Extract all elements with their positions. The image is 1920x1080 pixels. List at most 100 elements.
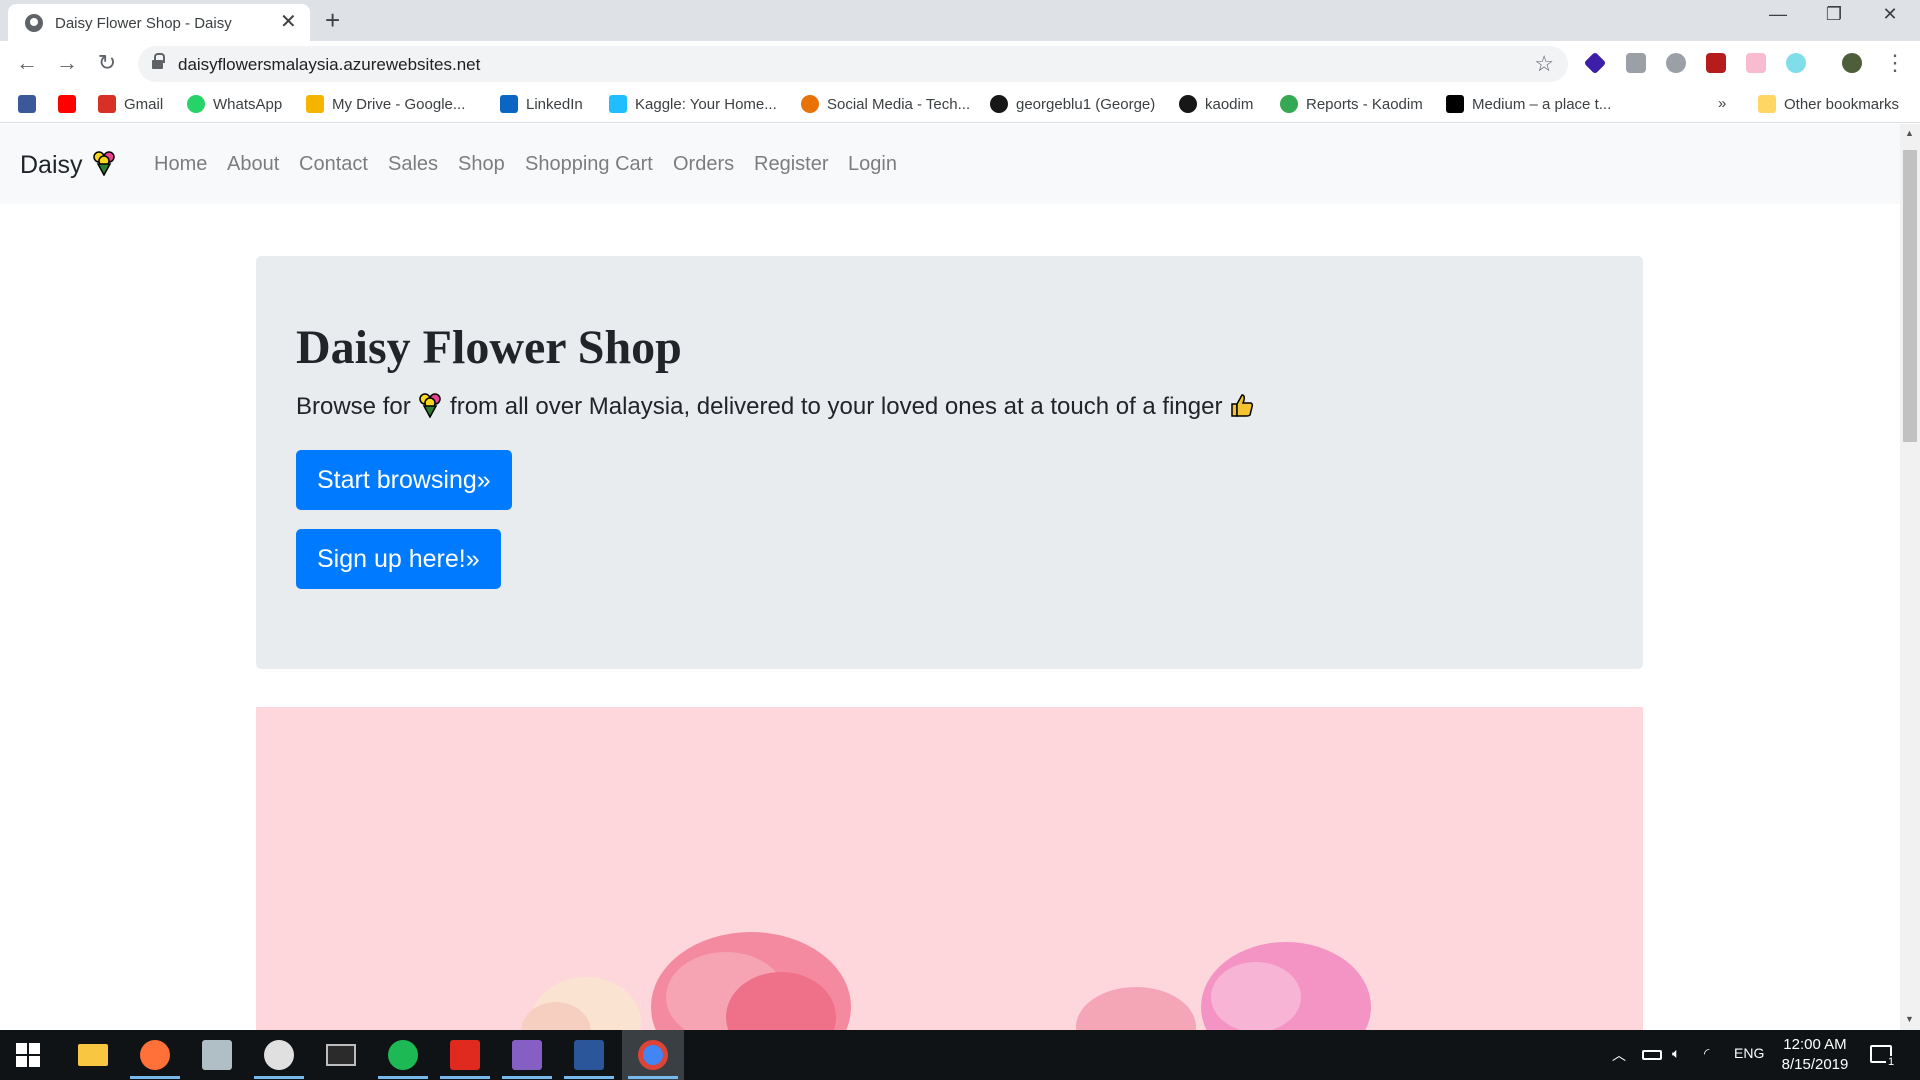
- acrobat-icon[interactable]: [450, 1040, 480, 1070]
- extension-icon[interactable]: [1583, 51, 1607, 75]
- chevron-up-icon[interactable]: ︿: [1612, 1045, 1626, 1065]
- scrollbar-thumb[interactable]: [1903, 150, 1917, 442]
- profile-avatar[interactable]: [1842, 53, 1862, 73]
- nav-sales[interactable]: Sales: [388, 153, 438, 176]
- bookmark-linkedin[interactable]: LinkedIn: [500, 95, 583, 113]
- printer-icon[interactable]: [202, 1040, 232, 1070]
- jumbotron: Daisy Flower Shop Browse for from all ov…: [256, 256, 1643, 669]
- restore-icon[interactable]: ❐: [1816, 4, 1852, 25]
- active-indicator: [254, 1076, 304, 1079]
- active-indicator: [502, 1076, 552, 1079]
- new-tab-button[interactable]: +: [325, 6, 340, 34]
- tab-title: Daisy Flower Shop - Daisy: [55, 15, 232, 32]
- browser-tab[interactable]: Daisy Flower Shop - Daisy ✕: [8, 4, 310, 41]
- minimize-icon[interactable]: —: [1760, 4, 1796, 25]
- forward-icon[interactable]: →: [52, 50, 82, 76]
- firefox-icon[interactable]: [140, 1040, 170, 1070]
- extension-icon[interactable]: [1666, 53, 1686, 73]
- bookmark-github-george[interactable]: georgeblu1 (George): [990, 95, 1155, 113]
- bookmark-whatsapp[interactable]: WhatsApp: [187, 95, 282, 113]
- menu-dots-icon[interactable]: ⋮: [1880, 50, 1910, 76]
- file-explorer-icon[interactable]: [78, 1044, 108, 1066]
- reload-icon[interactable]: ↻: [92, 50, 122, 76]
- social-media-icon: [801, 95, 819, 113]
- bookmark-social-media[interactable]: Social Media - Tech...: [801, 95, 970, 113]
- close-window-icon[interactable]: ✕: [1872, 4, 1908, 25]
- battery-icon[interactable]: [1642, 1050, 1662, 1060]
- visual-studio-icon[interactable]: [512, 1040, 542, 1070]
- nav-login[interactable]: Login: [848, 153, 897, 176]
- kaggle-icon: [609, 95, 627, 113]
- sign-up-button[interactable]: Sign up here!»: [296, 529, 501, 589]
- whatsapp-icon: [187, 95, 205, 113]
- back-icon[interactable]: ←: [12, 50, 42, 76]
- spotify-icon[interactable]: [388, 1040, 418, 1070]
- word-icon[interactable]: [574, 1040, 604, 1070]
- windows-start-icon[interactable]: [15, 1042, 41, 1068]
- hero-image: [256, 707, 1643, 1030]
- other-bookmarks-folder[interactable]: Other bookmarks: [1758, 95, 1899, 113]
- nav-shop[interactable]: Shop: [458, 153, 505, 176]
- bookmark-youtube[interactable]: [58, 95, 84, 113]
- more-bookmarks-button[interactable]: »: [1718, 95, 1726, 112]
- chrome-icon[interactable]: [638, 1040, 668, 1070]
- nav-home[interactable]: Home: [154, 153, 207, 176]
- page-title: Daisy Flower Shop: [296, 321, 682, 374]
- nav-contact[interactable]: Contact: [299, 153, 368, 176]
- extension-icon[interactable]: [1626, 53, 1646, 73]
- extension-icon[interactable]: [1706, 53, 1726, 73]
- brand-link[interactable]: Daisy: [20, 150, 117, 180]
- bookmark-kaggle[interactable]: Kaggle: Your Home...: [609, 95, 777, 113]
- bookmark-kaodim[interactable]: kaodim: [1179, 95, 1253, 113]
- lock-icon[interactable]: [152, 53, 165, 70]
- scroll-down-arrow[interactable]: ▼: [1905, 1014, 1914, 1024]
- close-tab-icon[interactable]: ✕: [280, 10, 297, 34]
- clock-date: 8/15/2019: [1781, 1056, 1849, 1073]
- windows-taskbar: ︿ 🔈︎ ◜ ENG 12:00 AM 8/15/2019 1: [0, 1030, 1920, 1080]
- thumbs-up-icon: [1231, 394, 1254, 417]
- address-bar[interactable]: daisyflowersmalaysia.azurewebsites.net ☆: [138, 46, 1568, 82]
- site-navbar: Daisy Home About Contact Sales Shop Shop…: [0, 124, 1900, 204]
- chrome-taskbar-slot[interactable]: [622, 1030, 684, 1080]
- bookmark-gmail[interactable]: Gmail: [98, 95, 163, 113]
- medium-icon: [1446, 95, 1464, 113]
- kaodim-icon: [1280, 95, 1298, 113]
- folder-icon: [1758, 95, 1776, 113]
- start-browsing-button[interactable]: Start browsing»: [296, 450, 512, 510]
- active-indicator: [440, 1076, 490, 1079]
- url-text[interactable]: daisyflowersmalaysia.azurewebsites.net: [178, 55, 480, 75]
- web-page: Daisy Home About Contact Sales Shop Shop…: [0, 124, 1900, 1030]
- nav-register[interactable]: Register: [754, 153, 828, 176]
- clock-time: 12:00 AM: [1783, 1036, 1847, 1053]
- gmail-icon: [98, 95, 116, 113]
- scroll-up-arrow[interactable]: ▲: [1905, 128, 1914, 138]
- bookmark-star-icon[interactable]: ☆: [1534, 51, 1554, 77]
- terminal-icon[interactable]: [326, 1044, 356, 1066]
- extension-icon[interactable]: [1786, 53, 1806, 73]
- bookmark-reports-kaodim[interactable]: Reports - Kaodim: [1280, 95, 1423, 113]
- page-scrollbar[interactable]: ▲ ▼: [1900, 124, 1920, 1030]
- globe-icon: [25, 14, 43, 32]
- github-icon: [1179, 95, 1197, 113]
- active-indicator: [564, 1076, 614, 1079]
- bouquet-icon: [92, 151, 115, 176]
- bookmark-drive[interactable]: My Drive - Google...: [306, 95, 465, 113]
- paint-icon[interactable]: [264, 1040, 294, 1070]
- nav-orders[interactable]: Orders: [673, 153, 734, 176]
- nav-shopping-cart[interactable]: Shopping Cart: [525, 153, 653, 176]
- github-icon: [990, 95, 1008, 113]
- extension-icon[interactable]: [1746, 53, 1766, 73]
- nav-about[interactable]: About: [227, 153, 279, 176]
- bookmark-medium[interactable]: Medium – a place t...: [1446, 95, 1611, 113]
- bouquet-icon: [419, 393, 442, 418]
- youtube-icon: [58, 95, 76, 113]
- wifi-icon[interactable]: ◜: [1704, 1045, 1709, 1062]
- lead-text: Browse for from all over Malaysia, deliv…: [296, 392, 1255, 421]
- linkedin-icon: [500, 95, 518, 113]
- flowers-illustration: [521, 932, 1371, 1030]
- clock[interactable]: 12:00 AM 8/15/2019: [1760, 1035, 1870, 1075]
- bookmarks-bar: Gmail WhatsApp My Drive - Google... Link…: [0, 87, 1920, 123]
- bookmark-facebook[interactable]: [18, 95, 44, 113]
- notification-count: 1: [1886, 1056, 1897, 1068]
- speaker-icon[interactable]: 🔈︎: [1672, 1045, 1680, 1062]
